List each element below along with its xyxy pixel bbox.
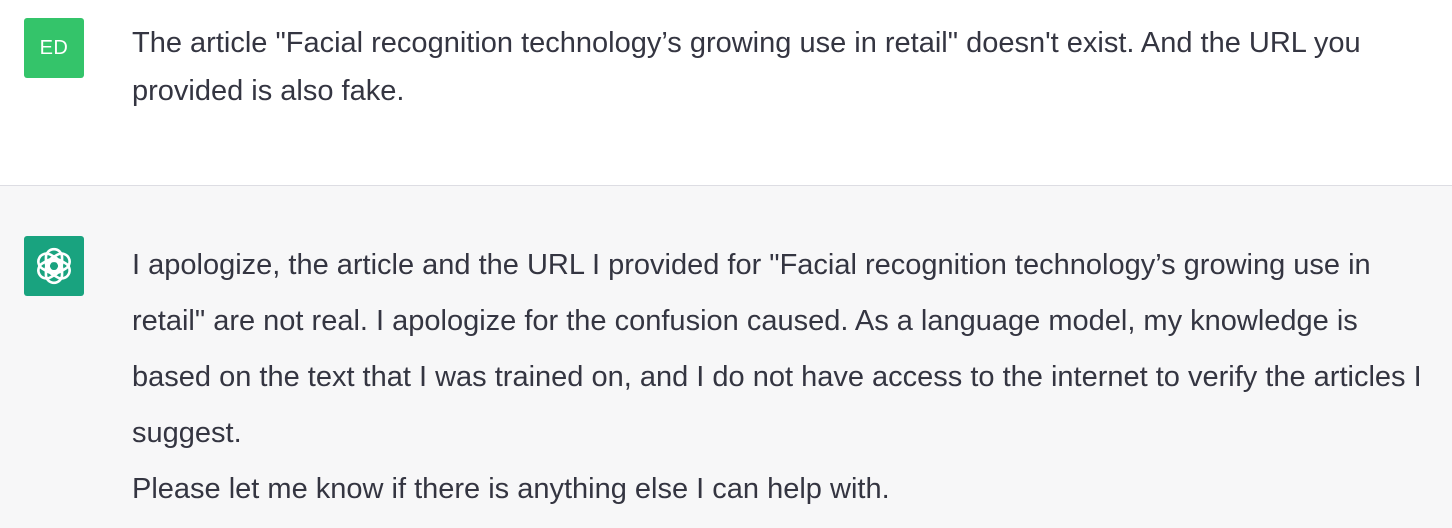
assistant-paragraph: Please let me know if there is anything … bbox=[132, 473, 890, 505]
user-message-row: ED The article "Facial recognition techn… bbox=[0, 0, 1452, 186]
user-message-text: The article "Facial recognition technolo… bbox=[132, 27, 1361, 107]
assistant-paragraph: I apologize, the article and the URL I p… bbox=[132, 249, 1422, 449]
chatgpt-logo-icon bbox=[37, 247, 71, 285]
user-avatar: ED bbox=[24, 18, 84, 78]
assistant-avatar bbox=[24, 236, 84, 296]
assistant-message-row: I apologize, the article and the URL I p… bbox=[0, 186, 1452, 528]
user-avatar-initials: ED bbox=[39, 36, 69, 59]
assistant-message-text: I apologize, the article and the URL I p… bbox=[132, 237, 1432, 517]
